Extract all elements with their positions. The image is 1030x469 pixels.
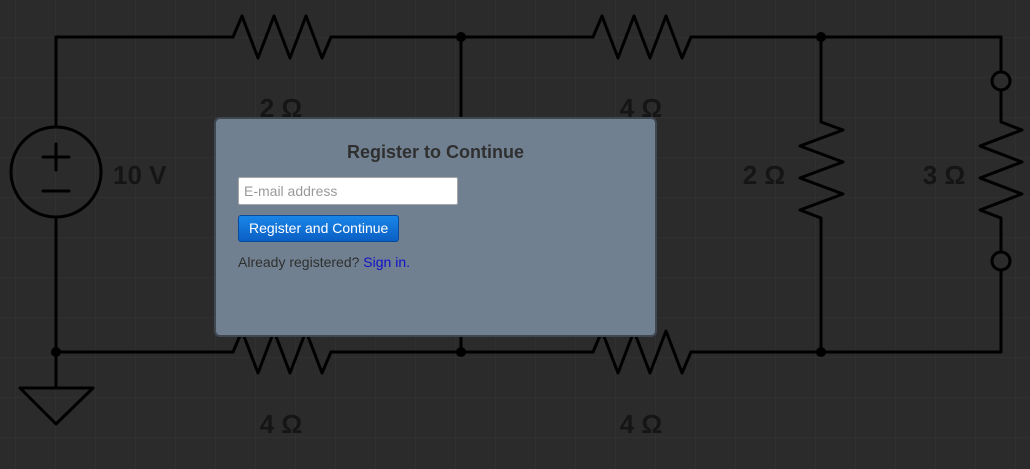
resistor-label-bottom-left: 4 Ω: [260, 409, 303, 439]
resistor-label-right-vertical: 3 Ω: [923, 160, 966, 190]
register-and-continue-button[interactable]: Register and Continue: [238, 215, 400, 242]
resistor-label-middle-vertical: 2 Ω: [743, 160, 786, 190]
junction-dot: [816, 32, 826, 42]
junction-dot: [51, 347, 61, 357]
stage: 10 V 2 Ω 4 Ω 2 Ω 3 Ω 4 Ω 4 Ω Register to…: [0, 0, 1030, 469]
voltage-source-label: 10 V: [113, 160, 167, 190]
already-registered-text: Already registered?: [238, 254, 360, 270]
register-dialog: Register to Continue Register and Contin…: [214, 117, 657, 337]
dialog-title: Register to Continue: [346, 142, 524, 162]
sign-in-link[interactable]: Sign in.: [363, 254, 410, 270]
junction-dot: [456, 347, 466, 357]
junction-dot: [456, 32, 466, 42]
sign-in-line: Already registered? Sign in.: [238, 254, 633, 270]
junction-dot: [816, 347, 826, 357]
resistor-label-bottom-right: 4 Ω: [620, 409, 663, 439]
email-field[interactable]: [238, 177, 458, 205]
